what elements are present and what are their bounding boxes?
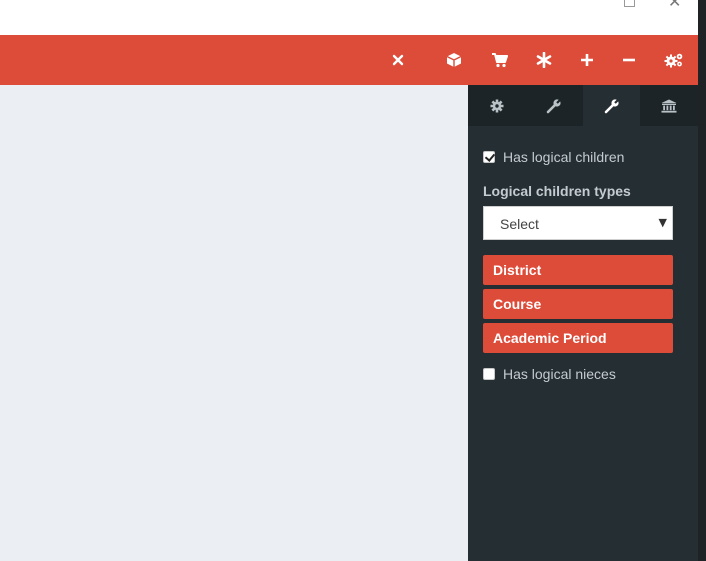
logical-children-types-select[interactable]: Select ▼ xyxy=(483,206,673,240)
canvas-area[interactable] xyxy=(0,85,468,561)
tab-properties[interactable] xyxy=(583,85,640,126)
gear-icon xyxy=(490,99,504,113)
main-toolbar xyxy=(0,35,698,85)
window-edge xyxy=(698,0,706,561)
has-logical-nieces-checkbox[interactable] xyxy=(483,368,495,380)
cart-icon[interactable] xyxy=(484,35,514,85)
chevron-down-icon: ▼ xyxy=(658,216,667,229)
tab-tools[interactable] xyxy=(525,85,582,126)
cube-icon[interactable] xyxy=(439,35,469,85)
window-titlebar: ✕ xyxy=(0,0,698,35)
panel-tabs xyxy=(468,85,698,126)
has-logical-nieces-row: Has logical nieces xyxy=(483,366,616,382)
asterisk-icon[interactable] xyxy=(529,35,559,85)
has-logical-children-checkbox[interactable] xyxy=(483,151,495,163)
children-type-item[interactable]: Academic Period xyxy=(483,323,673,353)
wrench-icon xyxy=(604,98,620,114)
close-icon[interactable] xyxy=(383,35,413,85)
gears-icon[interactable] xyxy=(659,35,689,85)
children-type-item[interactable]: Course xyxy=(483,289,673,319)
properties-panel: Has logical children Logical children ty… xyxy=(468,85,698,561)
logical-children-types-title: Logical children types xyxy=(483,183,631,199)
has-logical-nieces-label: Has logical nieces xyxy=(503,366,616,382)
minus-icon[interactable] xyxy=(614,35,644,85)
has-logical-children-label: Has logical children xyxy=(503,149,625,165)
wrench-icon xyxy=(546,98,562,114)
has-logical-children-row: Has logical children xyxy=(483,149,624,165)
maximize-icon[interactable] xyxy=(624,0,635,7)
bank-icon xyxy=(661,99,677,113)
children-type-item[interactable]: District xyxy=(483,255,673,285)
tab-settings[interactable] xyxy=(468,85,525,126)
tab-institution[interactable] xyxy=(640,85,697,126)
close-icon[interactable]: ✕ xyxy=(668,0,681,11)
select-value: Select xyxy=(500,216,539,232)
plus-icon[interactable] xyxy=(572,35,602,85)
